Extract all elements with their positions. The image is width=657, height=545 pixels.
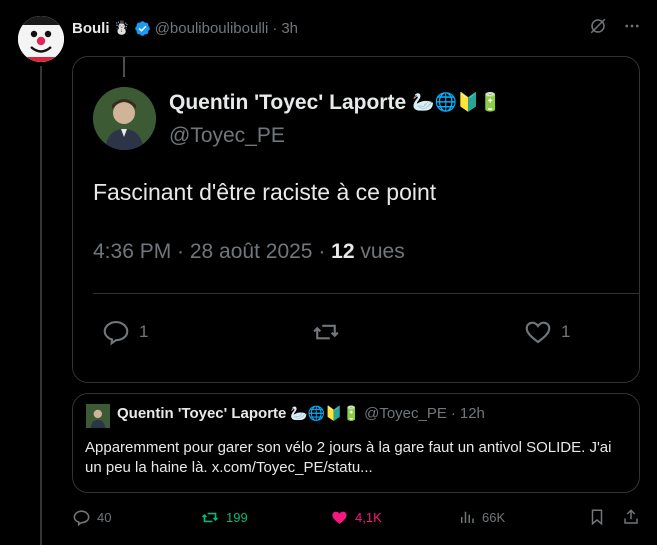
screenshot-text: Fascinant d'être raciste à ce point <box>93 179 437 205</box>
screenshot-repost-stat <box>310 317 342 347</box>
verified-badge-icon <box>134 20 151 37</box>
screenshot-name-row: Quentin 'Toyec' Laporte 🦢🌐🔰🔋 <box>169 91 502 115</box>
repost-icon <box>200 508 220 527</box>
reply-count: 40 <box>97 510 112 525</box>
like-count: 4,1K <box>355 510 382 525</box>
like-button[interactable]: 4,1K <box>330 508 382 527</box>
reply-icon <box>72 508 91 527</box>
dot-separator: · <box>450 405 456 422</box>
quoted-author-avatar <box>86 404 110 428</box>
author-name[interactable]: Bouli <box>72 20 110 37</box>
share-button[interactable] <box>622 508 640 526</box>
quoted-text: Apparemment pour garer son vélo 2 jours … <box>85 439 612 476</box>
repost-count: 199 <box>226 510 248 525</box>
quoted-time: 12h <box>459 405 485 422</box>
screenshot-reply-stat: 1 <box>101 317 148 347</box>
post-time[interactable]: 3h <box>281 20 298 37</box>
screenshot-avatar <box>93 87 156 150</box>
share-icon <box>622 508 640 526</box>
screenshot-timestamp: 4:36 PM · 28 août 2025 · <box>93 240 332 263</box>
reply-icon <box>101 317 131 347</box>
screenshot-meta: 4:36 PM · 28 août 2025 · 12 vues <box>93 240 405 264</box>
screenshot-reply-count: 1 <box>139 322 149 341</box>
quoted-tweet[interactable]: Quentin 'Toyec' Laporte 🦢🌐🔰🔋 @Toyec_PE ·… <box>72 393 640 493</box>
person-photo-icon <box>86 404 110 428</box>
screenshot-author-name: Quentin 'Toyec' Laporte <box>169 91 407 114</box>
bookmark-button[interactable] <box>588 508 606 526</box>
screenshot-views-label: vues <box>354 240 405 263</box>
view-count: 66K <box>482 509 506 525</box>
post-header: Bouli ☃️ @boulibouliboulli · 3h <box>72 18 298 38</box>
screenshot-handle: @Toyec_PE <box>169 124 285 147</box>
person-photo-icon <box>93 87 156 150</box>
reply-button[interactable]: 40 <box>72 508 111 527</box>
screenshot-author-emojis: 🦢🌐🔰🔋 <box>412 92 502 113</box>
views-button[interactable]: 66K <box>458 508 505 526</box>
grok-icon[interactable] <box>589 17 607 35</box>
quoted-handle: @Toyec_PE <box>364 405 447 422</box>
screenshot-like-stat: 1 <box>523 317 570 347</box>
post-top-actions <box>589 17 641 35</box>
heart-icon <box>523 317 553 347</box>
quoted-author-name: Quentin 'Toyec' Laporte <box>117 405 287 422</box>
attached-image[interactable]: Quentin 'Toyec' Laporte 🦢🌐🔰🔋 @Toyec_PE F… <box>72 56 640 383</box>
snowman-emoji-icon: ☃️ <box>113 20 130 36</box>
heart-filled-icon <box>330 508 349 527</box>
quoted-header: Quentin 'Toyec' Laporte 🦢🌐🔰🔋 @Toyec_PE ·… <box>117 405 485 422</box>
author-avatar[interactable] <box>18 16 64 62</box>
screenshot-view-count: 12 <box>331 240 355 263</box>
repost-button[interactable]: 199 <box>200 508 248 527</box>
repost-icon <box>310 317 342 347</box>
author-handle[interactable]: @boulibouliboulli <box>155 20 269 37</box>
thread-line <box>40 66 42 545</box>
analytics-icon <box>458 508 476 526</box>
screenshot-divider <box>93 293 639 294</box>
quoted-author-emojis: 🦢🌐🔰🔋 <box>290 405 361 422</box>
more-options-icon[interactable] <box>623 17 641 35</box>
snowman-avatar-icon <box>18 16 64 62</box>
bookmark-icon <box>588 508 606 526</box>
screenshot-like-count: 1 <box>561 322 571 341</box>
dot-separator: · <box>272 19 278 37</box>
screenshot-thread-line <box>123 57 125 77</box>
